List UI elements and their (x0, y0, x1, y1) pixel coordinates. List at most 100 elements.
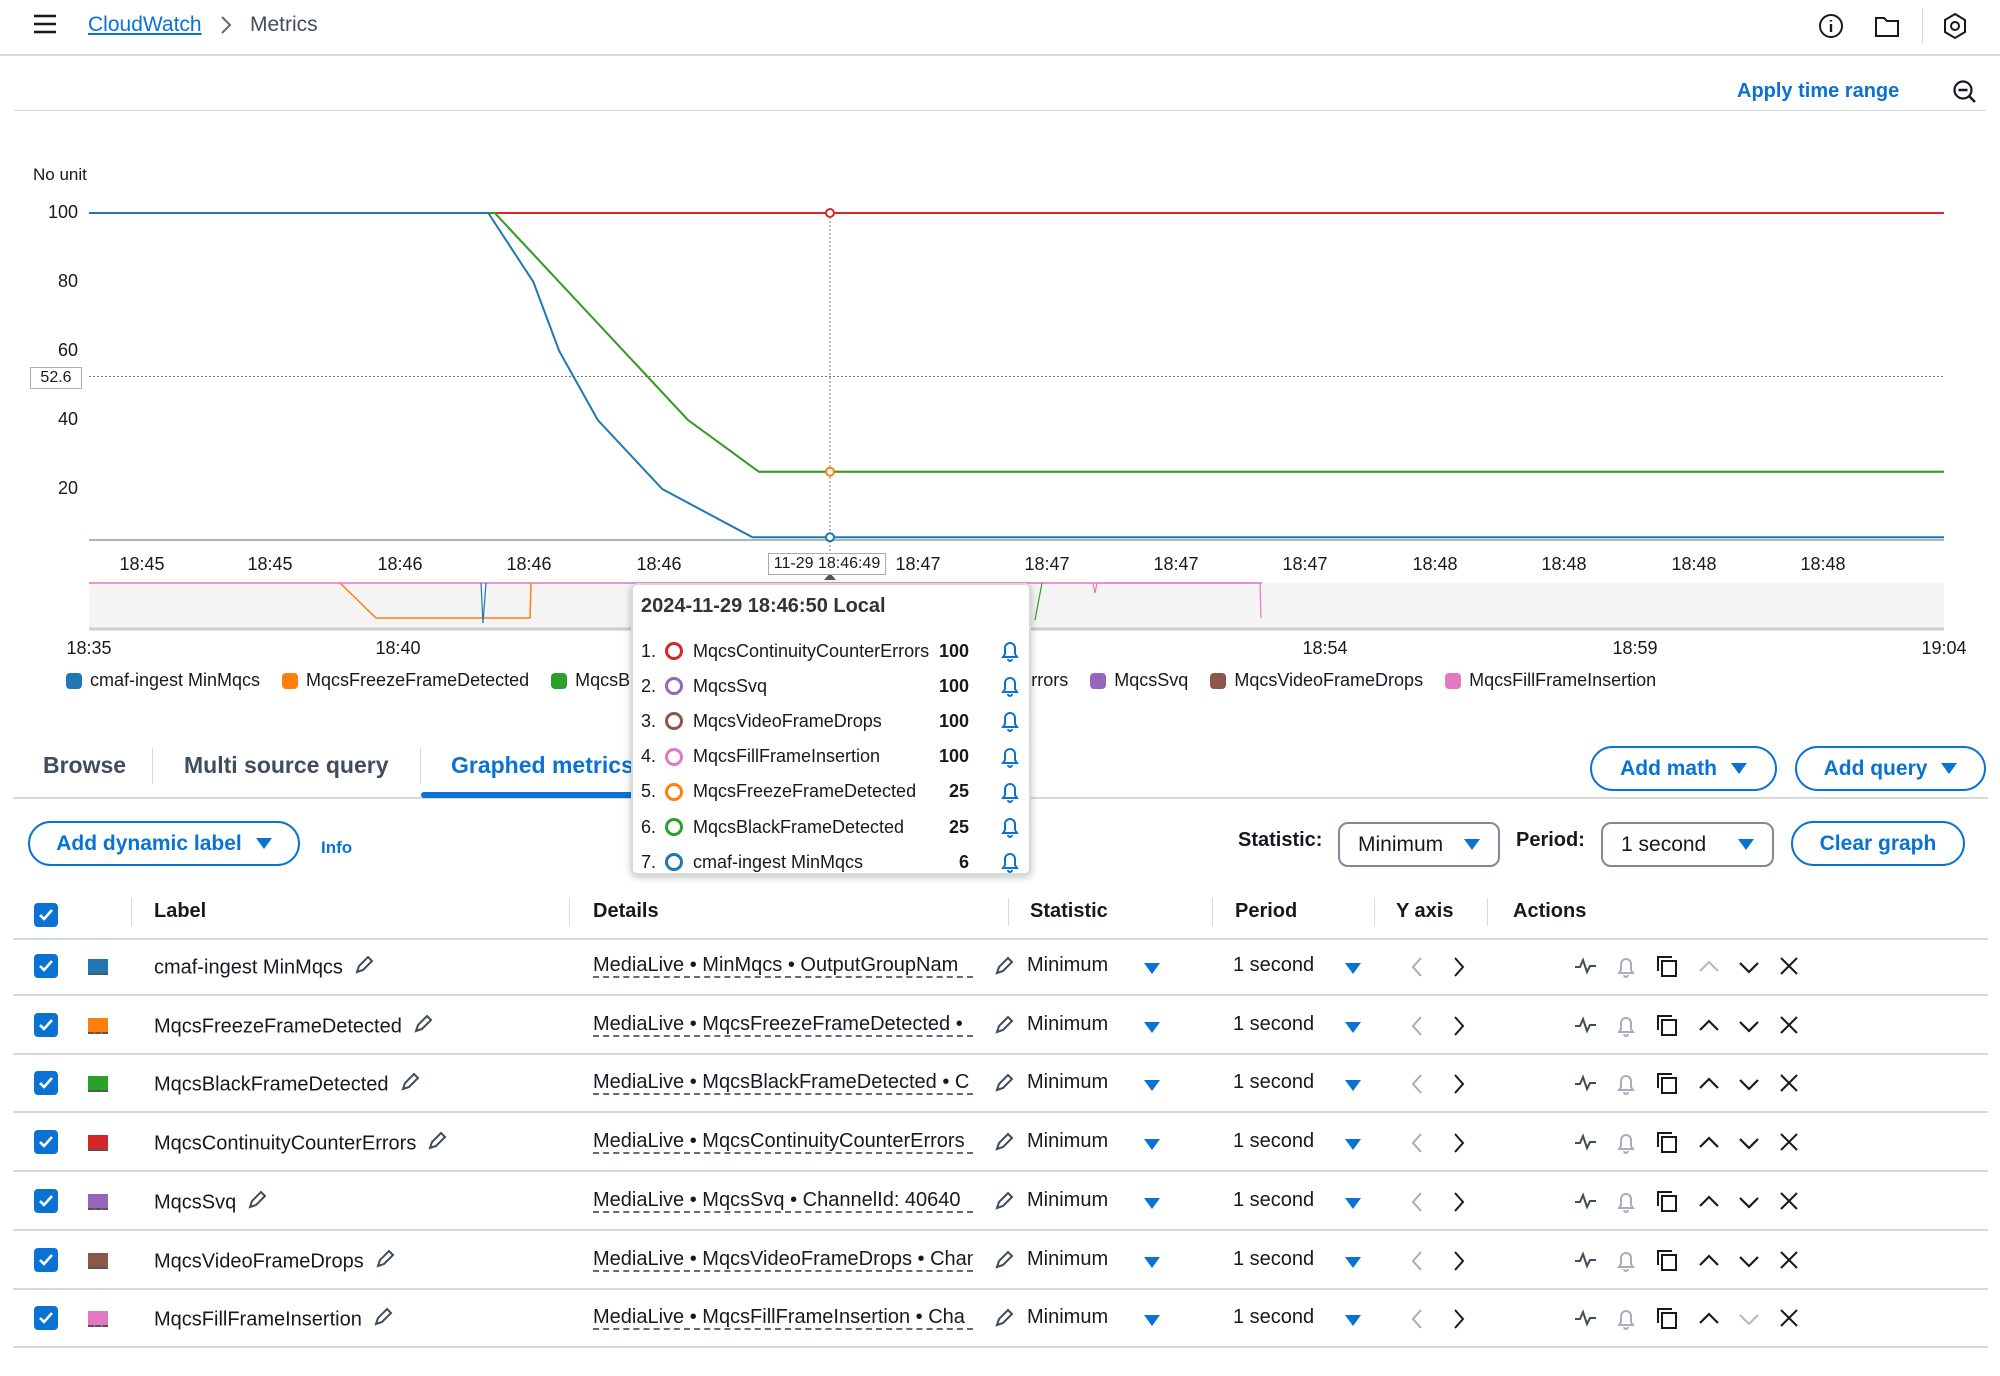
bell-icon[interactable] (999, 850, 1021, 874)
series-color-swatch[interactable] (88, 1252, 108, 1269)
tab-graphed-metrics[interactable]: Graphed metrics (451, 752, 634, 779)
y-axis-right-icon[interactable] (1447, 955, 1471, 979)
bell-icon[interactable] (999, 639, 1021, 663)
bell-icon[interactable] (999, 709, 1021, 733)
y-axis-left-icon[interactable] (1406, 955, 1430, 979)
y-axis-right-icon[interactable] (1447, 1131, 1471, 1155)
y-axis-left-icon[interactable] (1406, 1014, 1430, 1038)
y-axis-left-icon[interactable] (1406, 1072, 1430, 1096)
row-period[interactable]: 1 second (1233, 1248, 1314, 1271)
y-axis-left-icon[interactable] (1406, 1249, 1430, 1273)
remove-icon[interactable] (1778, 1190, 1802, 1214)
series-color-swatch[interactable] (88, 1135, 108, 1152)
y-axis-right-icon[interactable] (1447, 1249, 1471, 1273)
row-details[interactable]: MediaLive • MinMqcs • OutputGroupNam (593, 954, 973, 978)
edit-label-pencil-icon[interactable] (372, 1306, 394, 1334)
move-down-icon[interactable] (1737, 1072, 1761, 1096)
row-details[interactable]: MediaLive • MqcsFreezeFrameDetected • (593, 1013, 973, 1037)
statistic-caret-icon[interactable] (1144, 1197, 1160, 1209)
period-caret-icon[interactable] (1345, 1139, 1361, 1151)
duplicate-icon[interactable] (1656, 1249, 1680, 1273)
create-alarm-bell-icon[interactable] (1615, 1014, 1639, 1038)
remove-icon[interactable] (1778, 1072, 1802, 1096)
y-axis-left-icon[interactable] (1406, 1190, 1430, 1214)
move-up-icon[interactable] (1697, 1249, 1721, 1273)
graph-metric-icon[interactable] (1574, 1307, 1598, 1331)
move-down-icon[interactable] (1737, 955, 1761, 979)
series-color-swatch[interactable] (88, 959, 108, 975)
legend-item[interactable]: MqcsSvq (1090, 670, 1188, 691)
row-details[interactable]: MediaLive • MqcsVideoFrameDrops • Chan (593, 1248, 973, 1272)
bell-icon[interactable] (999, 815, 1021, 839)
remove-icon[interactable] (1778, 1307, 1802, 1331)
edit-label-pencil-icon[interactable] (412, 1013, 434, 1041)
row-period[interactable]: 1 second (1233, 954, 1314, 977)
row-period[interactable]: 1 second (1233, 1013, 1314, 1036)
duplicate-icon[interactable] (1656, 955, 1680, 979)
duplicate-icon[interactable] (1656, 1131, 1680, 1155)
y-axis-right-icon[interactable] (1447, 1014, 1471, 1038)
statistic-select[interactable]: Minimum (1338, 822, 1500, 867)
row-checkbox[interactable] (34, 1071, 58, 1096)
row-checkbox[interactable] (34, 1130, 58, 1155)
y-axis-left-icon[interactable] (1406, 1307, 1430, 1331)
edit-details-pencil-icon[interactable] (993, 1249, 1017, 1273)
move-down-icon[interactable] (1737, 1249, 1761, 1273)
bell-icon[interactable] (999, 780, 1021, 804)
graph-metric-icon[interactable] (1574, 955, 1598, 979)
statistic-caret-icon[interactable] (1144, 1080, 1160, 1092)
period-caret-icon[interactable] (1345, 1021, 1361, 1033)
statistic-caret-icon[interactable] (1144, 1315, 1160, 1327)
remove-icon[interactable] (1778, 1249, 1802, 1273)
move-up-icon[interactable] (1697, 1072, 1721, 1096)
graph-metric-icon[interactable] (1574, 1131, 1598, 1155)
legend-item[interactable]: MqcsFillFrameInsertion (1445, 670, 1656, 691)
move-up-icon[interactable] (1697, 1131, 1721, 1155)
period-caret-icon[interactable] (1345, 1315, 1361, 1327)
edit-details-pencil-icon[interactable] (993, 1072, 1017, 1096)
clear-graph-button[interactable]: Clear graph (1791, 821, 1965, 866)
edit-details-pencil-icon[interactable] (993, 1307, 1017, 1331)
create-alarm-bell-icon[interactable] (1615, 1249, 1639, 1273)
statistic-caret-icon[interactable] (1144, 1139, 1160, 1151)
tab-multi-source-query[interactable]: Multi source query (184, 752, 388, 779)
row-statistic[interactable]: Minimum (1027, 1189, 1108, 1212)
statistic-caret-icon[interactable] (1144, 1021, 1160, 1033)
duplicate-icon[interactable] (1656, 1190, 1680, 1214)
graph-metric-icon[interactable] (1574, 1072, 1598, 1096)
y-axis-right-icon[interactable] (1447, 1190, 1471, 1214)
duplicate-icon[interactable] (1656, 1014, 1680, 1038)
edit-details-pencil-icon[interactable] (993, 1131, 1017, 1155)
edit-details-pencil-icon[interactable] (993, 1190, 1017, 1214)
legend-item[interactable]: MqcsVideoFrameDrops (1210, 670, 1423, 691)
series-color-swatch[interactable] (88, 1076, 108, 1093)
create-alarm-bell-icon[interactable] (1615, 1131, 1639, 1155)
row-statistic[interactable]: Minimum (1027, 1071, 1108, 1094)
graph-metric-icon[interactable] (1574, 1249, 1598, 1273)
info-link[interactable]: Info (321, 838, 352, 858)
add-dynamic-label-button[interactable]: Add dynamic label (28, 821, 300, 866)
period-caret-icon[interactable] (1345, 1080, 1361, 1092)
statistic-caret-icon[interactable] (1144, 963, 1160, 974)
tab-browse[interactable]: Browse (43, 752, 126, 779)
y-axis-right-icon[interactable] (1447, 1072, 1471, 1096)
y-axis-right-icon[interactable] (1447, 1307, 1471, 1331)
row-checkbox[interactable] (34, 1306, 58, 1331)
row-statistic[interactable]: Minimum (1027, 1306, 1108, 1329)
remove-icon[interactable] (1778, 955, 1802, 979)
add-query-button[interactable]: Add query (1795, 746, 1986, 791)
move-up-icon[interactable] (1697, 1190, 1721, 1214)
edit-label-pencil-icon[interactable] (399, 1071, 421, 1099)
row-checkbox[interactable] (34, 1247, 58, 1272)
graph-metric-icon[interactable] (1574, 1190, 1598, 1214)
series-color-swatch[interactable] (88, 1017, 108, 1034)
row-period[interactable]: 1 second (1233, 1306, 1314, 1329)
edit-label-pencil-icon[interactable] (246, 1189, 268, 1217)
period-caret-icon[interactable] (1345, 1197, 1361, 1209)
row-details[interactable]: MediaLive • MqcsContinuityCounterErrors (593, 1130, 973, 1155)
row-statistic[interactable]: Minimum (1027, 1013, 1108, 1036)
create-alarm-bell-icon[interactable] (1615, 1072, 1639, 1096)
select-all-checkbox[interactable] (34, 903, 58, 927)
row-checkbox[interactable] (34, 954, 58, 978)
duplicate-icon[interactable] (1656, 1072, 1680, 1096)
